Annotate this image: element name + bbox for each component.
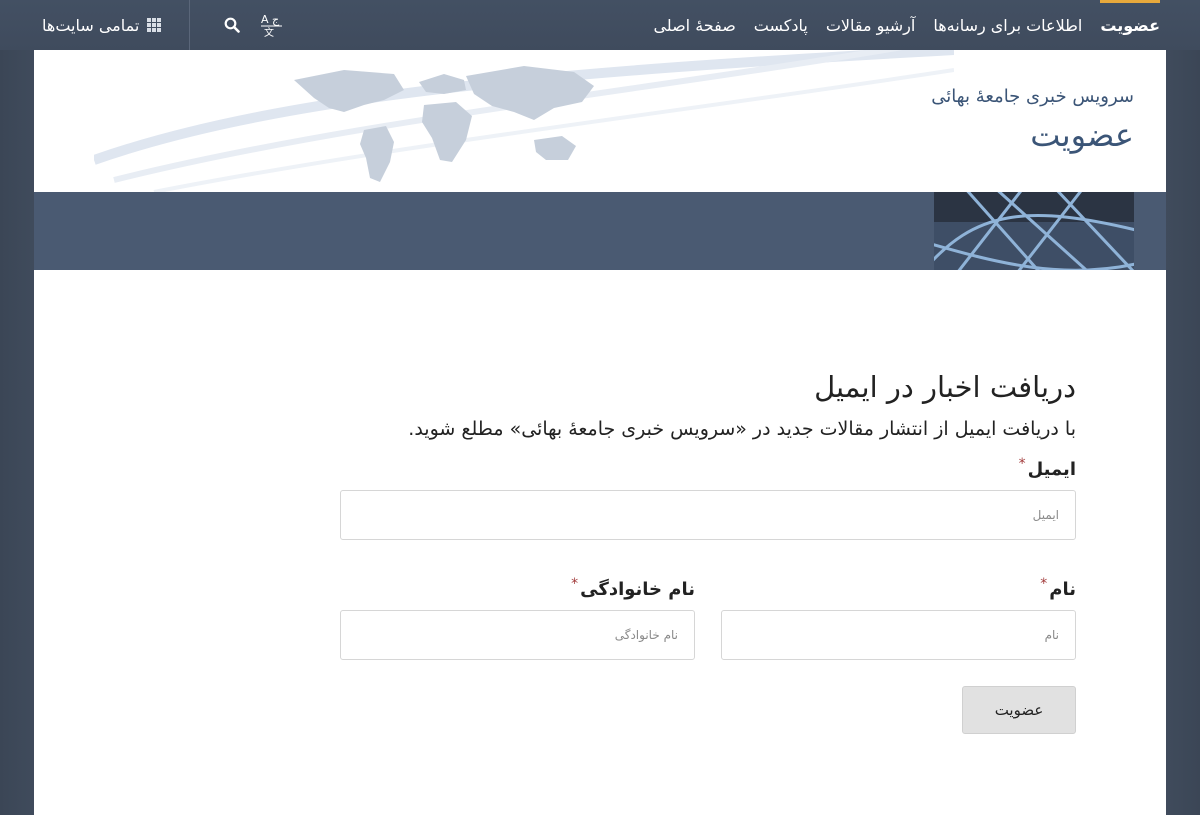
subscribe-form: دریافت اخبار در ایمیل با دریافت ایمیل از… [340, 370, 1076, 734]
main-menu: صفحهٔ اصلی پادکست آرشیو مقالات اطلاعات ب… [653, 0, 1160, 50]
all-sites-button[interactable]: تمامی سایت‌ها [0, 0, 189, 50]
grid-icon [147, 18, 161, 32]
search-button[interactable] [210, 0, 254, 50]
nav-item-archive[interactable]: آرشیو مقالات [826, 0, 915, 50]
last-name-label: نام خانوادگی* [340, 576, 695, 600]
name-row: نام* نام خانوادگی* [340, 576, 1076, 660]
subscribe-button[interactable]: عضویت [962, 686, 1076, 734]
world-map-graphic [94, 50, 954, 192]
email-field[interactable] [340, 490, 1076, 540]
form-description: با دریافت ایمیل از انتشار مقالات جدید در… [340, 412, 1076, 446]
required-mark: * [571, 576, 578, 592]
header-banner: سرویس خبری جامعۀ بهائی عضویت [34, 50, 1166, 192]
nav-item-home[interactable]: صفحهٔ اصلی [653, 0, 735, 50]
svg-text:A: A [261, 13, 269, 26]
last-name-group: نام خانوادگی* [340, 576, 695, 660]
first-name-field[interactable] [721, 610, 1076, 660]
first-name-label: نام* [721, 576, 1076, 600]
required-mark: * [1019, 456, 1026, 472]
all-sites-label: تمامی سایت‌ها [42, 16, 139, 35]
main-content: دریافت اخبار در ایمیل با دریافت ایمیل از… [34, 270, 1166, 815]
language-button[interactable]: A ج 文 [254, 0, 290, 50]
last-name-field[interactable] [340, 610, 695, 660]
site-name: سرویس خبری جامعۀ بهائی [931, 86, 1134, 107]
first-name-group: نام* [721, 576, 1076, 660]
form-title: دریافت اخبار در ایمیل [340, 370, 1076, 404]
search-icon [224, 17, 240, 33]
header-stripe [34, 192, 1166, 270]
nav-item-podcast[interactable]: پادکست [754, 0, 808, 50]
nav-item-subscribe[interactable]: عضویت [1100, 0, 1160, 50]
nav-divider [189, 0, 190, 50]
required-mark: * [1040, 576, 1047, 592]
top-navigation: صفحهٔ اصلی پادکست آرشیو مقالات اطلاعات ب… [0, 0, 1200, 50]
svg-text:ج: ج [272, 13, 280, 26]
architecture-image [934, 192, 1134, 270]
translate-icon: A ج 文 [260, 12, 284, 38]
page-title: عضویت [1030, 116, 1134, 154]
nav-item-media-info[interactable]: اطلاعات برای رسانه‌ها [933, 0, 1082, 50]
email-label: ایمیل* [340, 456, 1076, 480]
svg-text:文: 文 [264, 26, 274, 38]
nav-tools: تمامی سایت‌ها A ج 文 [0, 0, 290, 50]
